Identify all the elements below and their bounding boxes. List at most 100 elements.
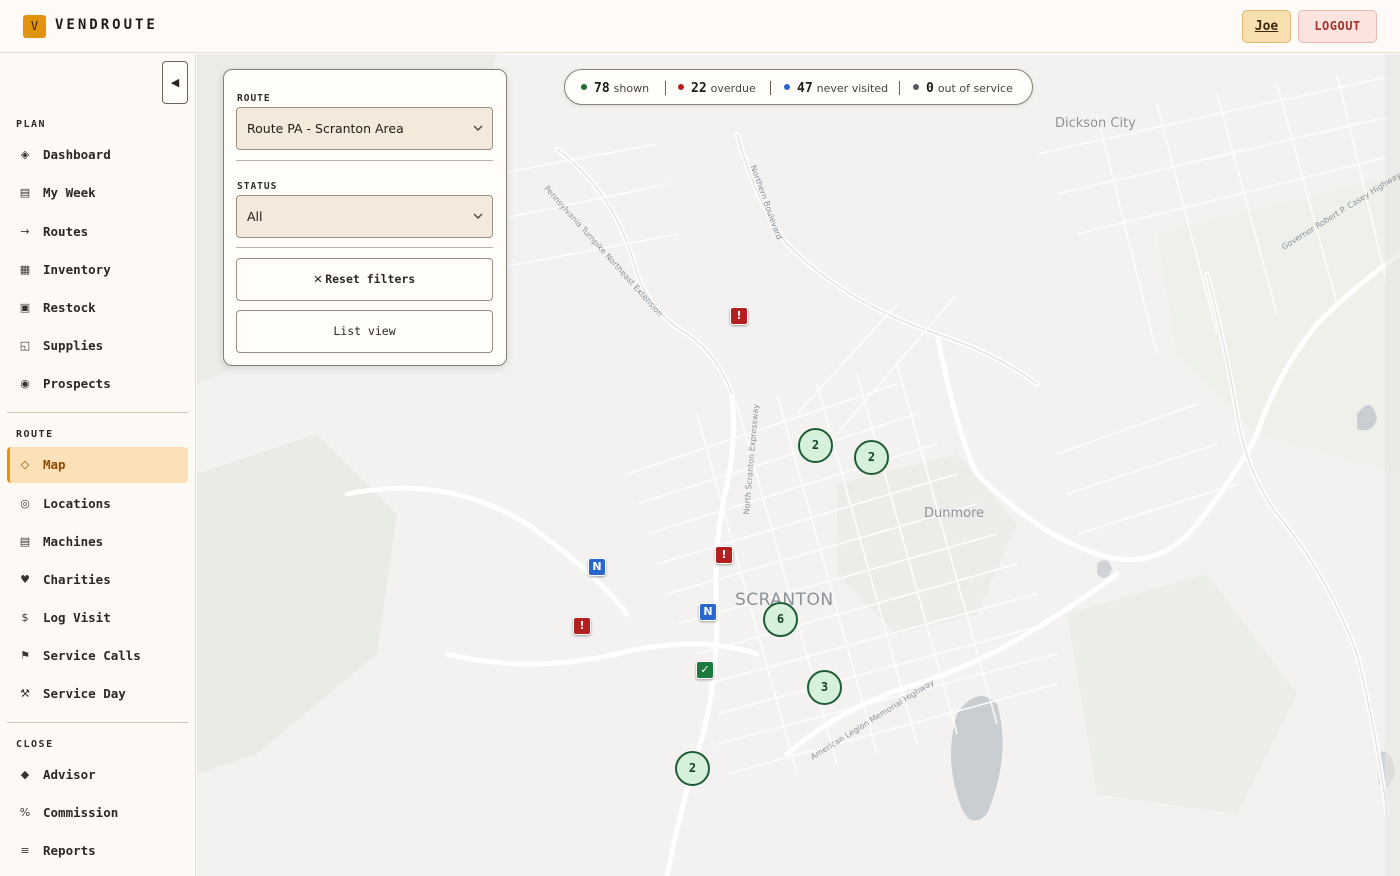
sidebar: ◀ PLAN ◈ Dashboard ▤ My Week → Routes ▦ Inve…: [0, 54, 196, 876]
collapse-sidebar-button[interactable]: ◀: [162, 61, 188, 104]
sidebar-item-label: Map: [43, 457, 66, 472]
overdue-dot-icon: [678, 83, 684, 90]
overdue-location-pin[interactable]: !: [573, 617, 591, 635]
sidebar-item-routes[interactable]: → Routes: [7, 214, 188, 250]
sidebar-item-label: Dashboard: [43, 147, 111, 162]
stat-never-visited: 47 never visited: [784, 70, 888, 104]
sidebar-item-log-visit[interactable]: $ Log Visit: [7, 600, 188, 636]
sidebar-item-label: Locations: [43, 496, 111, 511]
filter-divider: [236, 247, 493, 248]
never-visited-location-pin[interactable]: N: [588, 558, 606, 576]
location-cluster[interactable]: 2: [854, 440, 889, 475]
sidebar-item-supplies[interactable]: ◱ Supplies: [7, 328, 188, 364]
sidebar-item-inventory[interactable]: ▦ Inventory: [7, 252, 188, 288]
stat-value: 78: [594, 81, 610, 96]
dashboard-icon: ◈: [20, 148, 30, 161]
list-icon: ≡: [20, 844, 30, 857]
stat-label: shown: [613, 82, 650, 95]
filter-divider: [236, 160, 493, 161]
out-of-service-dot-icon: [913, 83, 919, 90]
sidebar-item-label: Supplies: [43, 338, 104, 353]
sidebar-item-charities[interactable]: ♥ Charities: [7, 562, 188, 598]
sidebar-item-label: Reports: [43, 843, 96, 858]
list-view-button[interactable]: List view: [236, 310, 493, 353]
sidebar-item-label: My Week: [43, 185, 96, 200]
stat-divider: [899, 81, 900, 95]
brand-name[interactable]: VENDROUTE: [55, 17, 158, 33]
sidebar-item-machines[interactable]: ▤ Machines: [7, 524, 188, 560]
sidebar-item-label: Advisor: [43, 767, 96, 782]
never-visited-location-pin[interactable]: N: [699, 603, 717, 621]
sidebar-item-prospects[interactable]: ◉ Prospects: [7, 366, 188, 402]
sidebar-item-reports[interactable]: ≡ Reports: [7, 833, 188, 869]
status-select-value: All: [247, 209, 263, 224]
dollar-icon: $: [21, 611, 29, 624]
stat-out-of-service: 0 out of service: [913, 70, 1013, 104]
sidebar-item-map[interactable]: ◇ Map: [7, 447, 188, 483]
sidebar-item-label: Machines: [43, 534, 104, 549]
stat-divider: [770, 81, 771, 95]
never-visited-dot-icon: [784, 83, 790, 90]
box-icon: ▣: [19, 301, 31, 314]
sidebar-item-dashboard[interactable]: ◈ Dashboard: [7, 137, 188, 173]
status-select[interactable]: All: [236, 195, 493, 238]
stat-value: 22: [691, 81, 707, 96]
shown-dot-icon: [581, 83, 587, 90]
place-label-dunmore: Dunmore: [924, 506, 985, 521]
close-icon: ✕: [313, 271, 323, 287]
stat-overdue: 22 overdue: [678, 70, 756, 104]
flag-icon: ⚑: [20, 649, 30, 662]
overdue-location-pin[interactable]: !: [715, 546, 733, 564]
sidebar-item-my-week[interactable]: ▤ My Week: [7, 175, 188, 211]
sidebar-divider: [7, 412, 188, 413]
sidebar-item-commission[interactable]: % Commission: [7, 795, 188, 831]
location-icon: ◎: [20, 497, 30, 510]
chevron-down-icon: [473, 213, 483, 219]
sidebar-item-label: Service Calls: [43, 648, 141, 663]
sidebar-item-service-calls[interactable]: ⚑ Service Calls: [7, 638, 188, 674]
logout-button[interactable]: LOGOUT: [1298, 10, 1377, 43]
app-logo[interactable]: V: [23, 15, 46, 38]
section-label-route: ROUTE: [16, 429, 54, 440]
status-filter-label: STATUS: [237, 181, 278, 192]
diamond-icon: ◆: [20, 768, 30, 781]
sidebar-item-label: Routes: [43, 224, 89, 239]
grid-icon: ▦: [19, 263, 31, 276]
sidebar-item-locations[interactable]: ◎ Locations: [7, 486, 188, 522]
stat-label: out of service: [937, 82, 1013, 95]
route-select-value: Route PA - Scranton Area: [247, 121, 404, 136]
stat-label: never visited: [816, 82, 889, 95]
map-filter-panel: ROUTE Route PA - Scranton Area STATUS Al…: [223, 69, 507, 366]
top-header: V VENDROUTE Joe LOGOUT: [0, 0, 1400, 53]
supplies-icon: ◱: [19, 339, 31, 352]
route-filter-label: ROUTE: [237, 93, 271, 104]
sidebar-item-label: Prospects: [43, 376, 111, 391]
stat-value: 0: [926, 81, 934, 96]
location-cluster[interactable]: 3: [807, 670, 842, 705]
chevron-down-icon: [473, 125, 483, 131]
place-label-dickson-city: Dickson City: [1055, 116, 1136, 131]
map-stats-bar: 78 shown 22 overdue 47 never visited 0 out o…: [564, 69, 1033, 105]
calendar-icon: ▤: [19, 186, 31, 199]
sidebar-item-label: Log Visit: [43, 610, 111, 625]
sidebar-item-restock[interactable]: ▣ Restock: [7, 290, 188, 326]
route-select[interactable]: Route PA - Scranton Area: [236, 107, 493, 150]
location-cluster[interactable]: 6: [763, 602, 798, 637]
percent-icon: %: [19, 806, 31, 819]
overdue-location-pin[interactable]: !: [730, 307, 748, 325]
heart-icon: ♥: [20, 573, 30, 586]
location-cluster[interactable]: 2: [798, 428, 833, 463]
location-cluster[interactable]: 2: [675, 751, 710, 786]
sidebar-item-service-day[interactable]: ⚒ Service Day: [7, 676, 188, 712]
reset-filters-label: Reset filters: [325, 272, 416, 286]
machine-icon: ▤: [19, 535, 31, 548]
arrow-right-icon: →: [20, 225, 30, 238]
stat-divider: [665, 81, 666, 95]
user-button[interactable]: Joe: [1242, 10, 1291, 43]
reset-filters-button[interactable]: ✕ Reset filters: [236, 258, 493, 301]
section-label-plan: PLAN: [16, 119, 47, 130]
visited-location-pin[interactable]: ✓: [696, 661, 714, 679]
sidebar-item-label: Commission: [43, 805, 119, 820]
sidebar-item-label: Service Day: [43, 686, 126, 701]
sidebar-item-advisor[interactable]: ◆ Advisor: [7, 757, 188, 793]
